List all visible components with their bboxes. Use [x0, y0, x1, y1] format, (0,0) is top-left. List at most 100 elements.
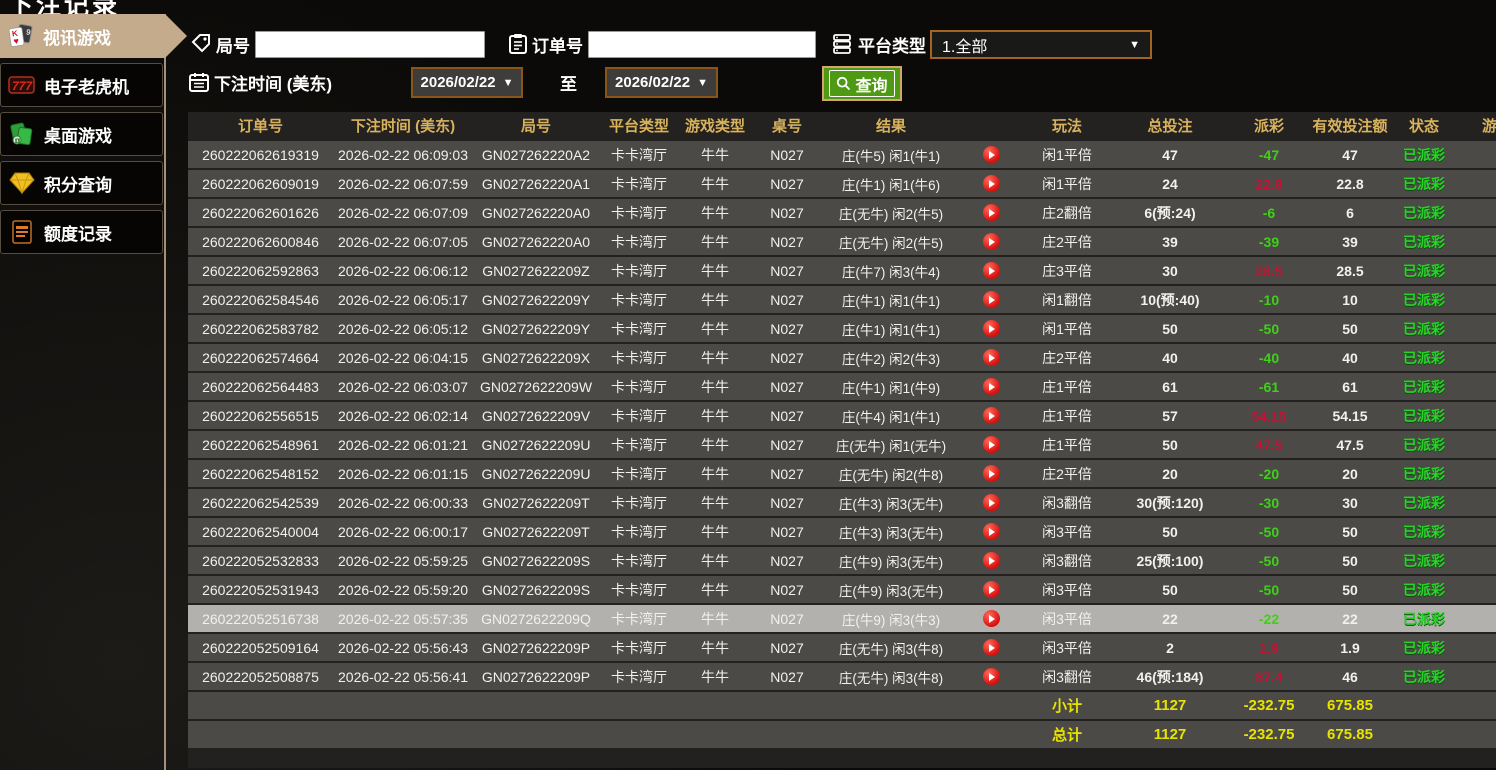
- round-number-label: 局号: [216, 32, 250, 57]
- cell-status: 已派彩: [1391, 667, 1457, 687]
- play-replay-icon[interactable]: [983, 581, 1000, 598]
- table-row[interactable]: 2602220625425392026-02-22 06:00:33GN0272…: [188, 489, 1496, 518]
- cell-order-number: 260222052508875: [188, 669, 333, 685]
- play-replay-icon[interactable]: [983, 378, 1000, 395]
- table-row[interactable]: 2602220625644832026-02-22 06:03:07GN0272…: [188, 373, 1496, 402]
- cell-round-number: GN0272622209U: [473, 437, 599, 453]
- cell-replay: [959, 668, 1023, 685]
- cell-valid-bet: 10: [1309, 292, 1391, 308]
- grand-total-valid-bet: 675.85: [1309, 726, 1391, 743]
- play-replay-icon[interactable]: [983, 639, 1000, 656]
- cell-platform: 卡卡湾厅: [599, 290, 679, 310]
- play-replay-icon[interactable]: [983, 465, 1000, 482]
- play-replay-icon[interactable]: [983, 523, 1000, 540]
- table-row[interactable]: 2602220525091642026-02-22 05:56:43GN0272…: [188, 634, 1496, 663]
- table-row[interactable]: 2602220625746642026-02-22 06:04:15GN0272…: [188, 344, 1496, 373]
- table-row[interactable]: 2602220625928632026-02-22 06:06:12GN0272…: [188, 257, 1496, 286]
- table-row[interactable]: 2602220626016262026-02-22 06:07:09GN0272…: [188, 199, 1496, 228]
- play-replay-icon[interactable]: [983, 552, 1000, 569]
- sidebar-item-2[interactable]: ⚅桌面游戏: [0, 112, 163, 156]
- cell-platform: 卡卡湾厅: [599, 667, 679, 687]
- play-replay-icon[interactable]: [983, 494, 1000, 511]
- cell-valid-bet: 6: [1309, 205, 1391, 221]
- play-replay-icon[interactable]: [983, 668, 1000, 685]
- table-row[interactable]: 2602220625845462026-02-22 06:05:17GN0272…: [188, 286, 1496, 315]
- cell-order-number: 260222052531943: [188, 582, 333, 598]
- table-row[interactable]: 2602220625481522026-02-22 06:01:15GN0272…: [188, 460, 1496, 489]
- cell-valid-bet: 50: [1309, 582, 1391, 598]
- sidebar-item-0[interactable]: 9K♥视讯游戏: [0, 14, 187, 58]
- play-replay-icon[interactable]: [983, 320, 1000, 337]
- cell-game-type: 牛牛: [679, 319, 751, 339]
- cell-table-number: N027: [751, 582, 823, 598]
- cell-total-bet: 50: [1111, 582, 1229, 598]
- table-row[interactable]: 2602220525167382026-02-22 05:57:35GN0272…: [188, 605, 1496, 634]
- round-number-input[interactable]: [255, 31, 485, 58]
- table-row[interactable]: 2602220625489612026-02-22 06:01:21GN0272…: [188, 431, 1496, 460]
- cell-status: 已派彩: [1391, 493, 1457, 513]
- cell-valid-bet: 50: [1309, 524, 1391, 540]
- date-to-select[interactable]: 2026/02/22 ▼: [605, 67, 718, 98]
- table-row[interactable]: 2602220626090192026-02-22 06:07:59GN0272…: [188, 170, 1496, 199]
- cell-payout: -40: [1229, 350, 1309, 366]
- play-replay-icon[interactable]: [983, 175, 1000, 192]
- table-row[interactable]: 2602220525328332026-02-22 05:59:25GN0272…: [188, 547, 1496, 576]
- cell-total-bet: 20: [1111, 466, 1229, 482]
- play-replay-icon[interactable]: [983, 262, 1000, 279]
- play-replay-icon[interactable]: [983, 291, 1000, 308]
- cell-valid-bet: 40: [1309, 350, 1391, 366]
- cell-play-type: 庄2平倍: [1023, 232, 1111, 252]
- cell-play-type: 庄3平倍: [1023, 261, 1111, 281]
- table-row[interactable]: 2602220626008462026-02-22 06:07:05GN0272…: [188, 228, 1496, 257]
- cell-total-bet: 61: [1111, 379, 1229, 395]
- cell-valid-bet: 28.5: [1309, 263, 1391, 279]
- cell-total-bet: 30(预:120): [1111, 493, 1229, 513]
- table-row[interactable]: 2602220625565152026-02-22 06:02:14GN0272…: [188, 402, 1496, 431]
- cell-order-number: 260222062619319: [188, 147, 333, 163]
- table-row[interactable]: 2602220525088752026-02-22 05:56:41GN0272…: [188, 663, 1496, 692]
- platform-type-select[interactable]: 1.全部 ▼: [930, 30, 1152, 59]
- cell-order-number: 260222062574664: [188, 350, 333, 366]
- cell-round-number: GN0272622209V: [473, 408, 599, 424]
- sidebar-item-1[interactable]: 777电子老虎机: [0, 63, 163, 107]
- sidebar-item-4[interactable]: 额度记录: [0, 210, 163, 254]
- play-replay-icon[interactable]: [983, 204, 1000, 221]
- cell-bet-time: 2026-02-22 06:07:09: [333, 205, 473, 221]
- date-from-select[interactable]: 2026/02/22 ▼: [411, 67, 523, 98]
- cell-valid-bet: 22.8: [1309, 176, 1391, 192]
- cell-bet-time: 2026-02-22 06:03:07: [333, 379, 473, 395]
- cell-replay: [959, 639, 1023, 656]
- table-row[interactable]: 2602220625400042026-02-22 06:00:17GN0272…: [188, 518, 1496, 547]
- cell-play-type: 庄1平倍: [1023, 377, 1111, 397]
- cell-table-number: N027: [751, 147, 823, 163]
- table-row[interactable]: 2602220625837822026-02-22 06:05:12GN0272…: [188, 315, 1496, 344]
- search-icon: [836, 76, 851, 91]
- query-button[interactable]: 查询: [822, 66, 902, 101]
- play-replay-icon[interactable]: [983, 349, 1000, 366]
- cell-valid-bet: 50: [1309, 553, 1391, 569]
- cell-bet-time: 2026-02-22 06:01:21: [333, 437, 473, 453]
- table-row[interactable]: 2602220525319432026-02-22 05:59:20GN0272…: [188, 576, 1496, 605]
- cell-bet-time: 2026-02-22 06:09:03: [333, 147, 473, 163]
- cell-status: 已派彩: [1391, 290, 1457, 310]
- sidebar-item-label: 视讯游戏: [43, 24, 111, 49]
- cell-game-type: 牛牛: [679, 174, 751, 194]
- tag-icon: [190, 33, 212, 55]
- cell-platform: 卡卡湾厅: [599, 464, 679, 484]
- play-replay-icon[interactable]: [983, 146, 1000, 163]
- play-replay-icon[interactable]: [983, 233, 1000, 250]
- cell-total-bet: 50: [1111, 524, 1229, 540]
- cell-replay: [959, 407, 1023, 424]
- platform-type-label: 平台类型: [858, 32, 926, 57]
- bet-time-label: 下注时间 (美东): [214, 70, 332, 95]
- play-replay-icon[interactable]: [983, 436, 1000, 453]
- cell-table-number: N027: [751, 263, 823, 279]
- sidebar-item-3[interactable]: 积分查询: [0, 161, 163, 205]
- cell-table-number: N027: [751, 524, 823, 540]
- cell-table-number: N027: [751, 379, 823, 395]
- play-replay-icon[interactable]: [983, 610, 1000, 627]
- order-number-input[interactable]: [588, 31, 816, 58]
- play-replay-icon[interactable]: [983, 407, 1000, 424]
- cell-result: 庄(无牛) 闲2(牛8): [823, 464, 959, 484]
- table-row[interactable]: 2602220626193192026-02-22 06:09:03GN0272…: [188, 141, 1496, 170]
